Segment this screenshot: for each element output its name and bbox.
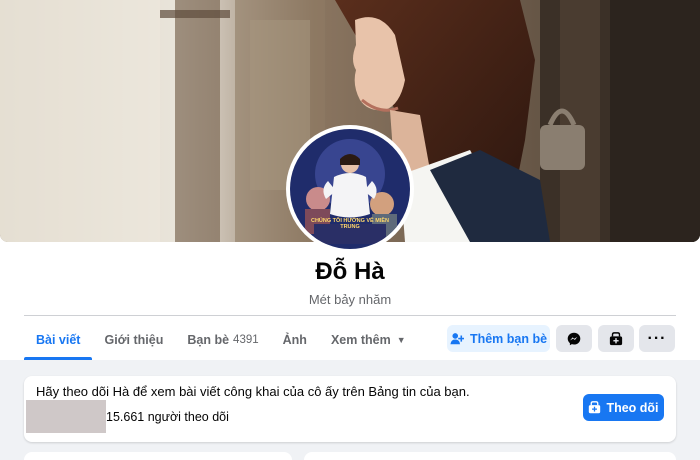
avatar-banner-text: CHÚNG TÔI HƯỚNG VỀ MIỀN TRUNG <box>310 218 389 230</box>
follow-prompt-text: Hãy theo dõi Hà để xem bài viết công kha… <box>36 384 470 399</box>
tab-about-label: Giới thiệu <box>104 332 164 347</box>
tab-friends-label: Bạn bè <box>187 332 230 347</box>
blurred-image <box>26 400 106 433</box>
add-friend-button[interactable]: Thêm bạn bè <box>447 325 550 352</box>
tab-posts[interactable]: Bài viết <box>24 319 93 360</box>
left-column-card <box>24 452 292 460</box>
profile-avatar[interactable]: CHÚNG TÔI HƯỚNG VỀ MIỀN TRUNG <box>286 125 414 253</box>
followers-count[interactable]: 15.661 người theo dõi <box>106 410 229 424</box>
header-divider <box>24 315 676 316</box>
profile-name: Đỗ Hà <box>315 258 385 285</box>
more-options-button[interactable]: ··· <box>639 325 675 352</box>
tab-posts-label: Bài viết <box>36 332 81 347</box>
follow-button-label: Theo dõi <box>606 400 659 415</box>
friends-count: 4391 <box>233 333 259 346</box>
right-column-card <box>304 452 676 460</box>
more-icon: ··· <box>647 329 667 347</box>
tab-about[interactable]: Giới thiệu <box>92 319 175 360</box>
messenger-icon <box>567 332 581 345</box>
messenger-button[interactable] <box>556 325 592 352</box>
tab-more-label: Xem thêm <box>330 332 391 347</box>
follow-icon <box>609 331 623 345</box>
tab-friends[interactable]: Bạn bè 4391 <box>175 319 270 360</box>
follow-prompt-card: Hãy theo dõi Hà để xem bài viết công kha… <box>24 376 676 442</box>
follow-button[interactable]: Theo dõi <box>583 394 664 421</box>
tab-more[interactable]: Xem thêm ▼ <box>319 319 418 360</box>
tab-photos-label: Ảnh <box>282 332 307 347</box>
caret-down-icon: ▼ <box>396 334 406 345</box>
add-friend-icon <box>450 332 464 344</box>
follow-icon-button[interactable] <box>598 325 634 352</box>
profile-tabs: Bài viết Giới thiệu Bạn bè 4391 Ảnh Xem … <box>24 319 418 360</box>
follow-button-icon <box>589 401 601 414</box>
profile-subtitle: Mét bảy nhăm <box>308 292 392 307</box>
add-friend-label: Thêm bạn bè <box>469 331 548 346</box>
tab-photos[interactable]: Ảnh <box>271 319 319 360</box>
